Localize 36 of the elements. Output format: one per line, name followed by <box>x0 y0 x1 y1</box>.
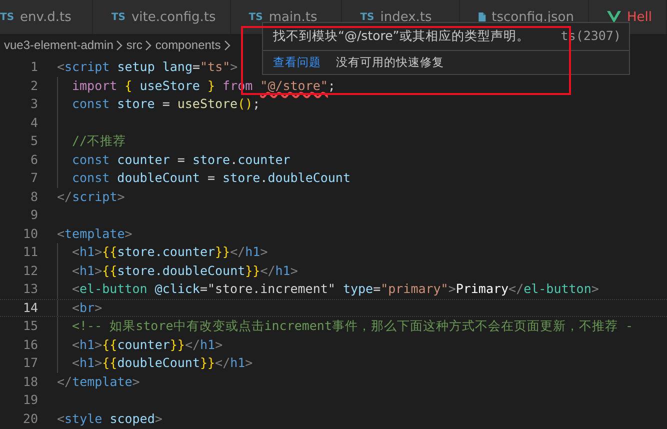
line-number: 16 <box>22 336 38 354</box>
line-number: 2 <box>29 76 38 94</box>
code-line: //不推荐 <box>72 132 126 150</box>
code-line: const doubleCount = store.doubleCount <box>72 169 350 187</box>
line-number: 11 <box>22 243 38 261</box>
code-line: </script> <box>57 188 125 206</box>
code-line: const counter = store.counter <box>72 150 290 168</box>
line-number: 12 <box>22 262 38 280</box>
code-line: <script setup lang="ts"> <box>57 58 238 76</box>
line-number: 7 <box>29 169 38 187</box>
code-line: <br> <box>72 300 102 316</box>
line-number: 14 <box>22 300 38 316</box>
line-number: 8 <box>29 188 38 206</box>
code-line: <template> <box>57 224 132 243</box>
code-line: <h1>{{counter}}</h1> <box>72 336 223 354</box>
line-number: 9 <box>29 206 38 224</box>
code-line: const store = useStore(); <box>72 95 260 113</box>
line-number: 17 <box>22 354 38 372</box>
code-line: <el-button @click="store.increment" type="primary">Primary</el-button> <box>72 280 599 298</box>
line-number: 19 <box>22 391 38 409</box>
line-number: 10 <box>22 224 38 242</box>
line-number: 5 <box>29 132 38 150</box>
line-number: 6 <box>29 150 38 168</box>
code-line: <h1>{{store.doubleCount}}</h1> <box>72 262 298 280</box>
line-number: 15 <box>22 317 38 335</box>
code-line: </template> <box>57 372 140 391</box>
code-line: <!-- 如果store中有改变或点击increment事件，那么下面这种方式不会在页面更新，不推荐 - <box>72 317 634 335</box>
line-number: 18 <box>22 372 38 390</box>
line-number: 1 <box>29 58 38 76</box>
line-number: 13 <box>22 280 38 298</box>
code-line: <h1>{{doubleCount}}</h1> <box>72 354 253 372</box>
line-number: 4 <box>29 114 38 132</box>
code-line: <style scoped> <box>57 410 162 428</box>
code-line: <h1>{{store.counter}}</h1> <box>72 243 268 261</box>
line-number: 20 <box>22 410 38 428</box>
line-number: 3 <box>29 95 38 113</box>
